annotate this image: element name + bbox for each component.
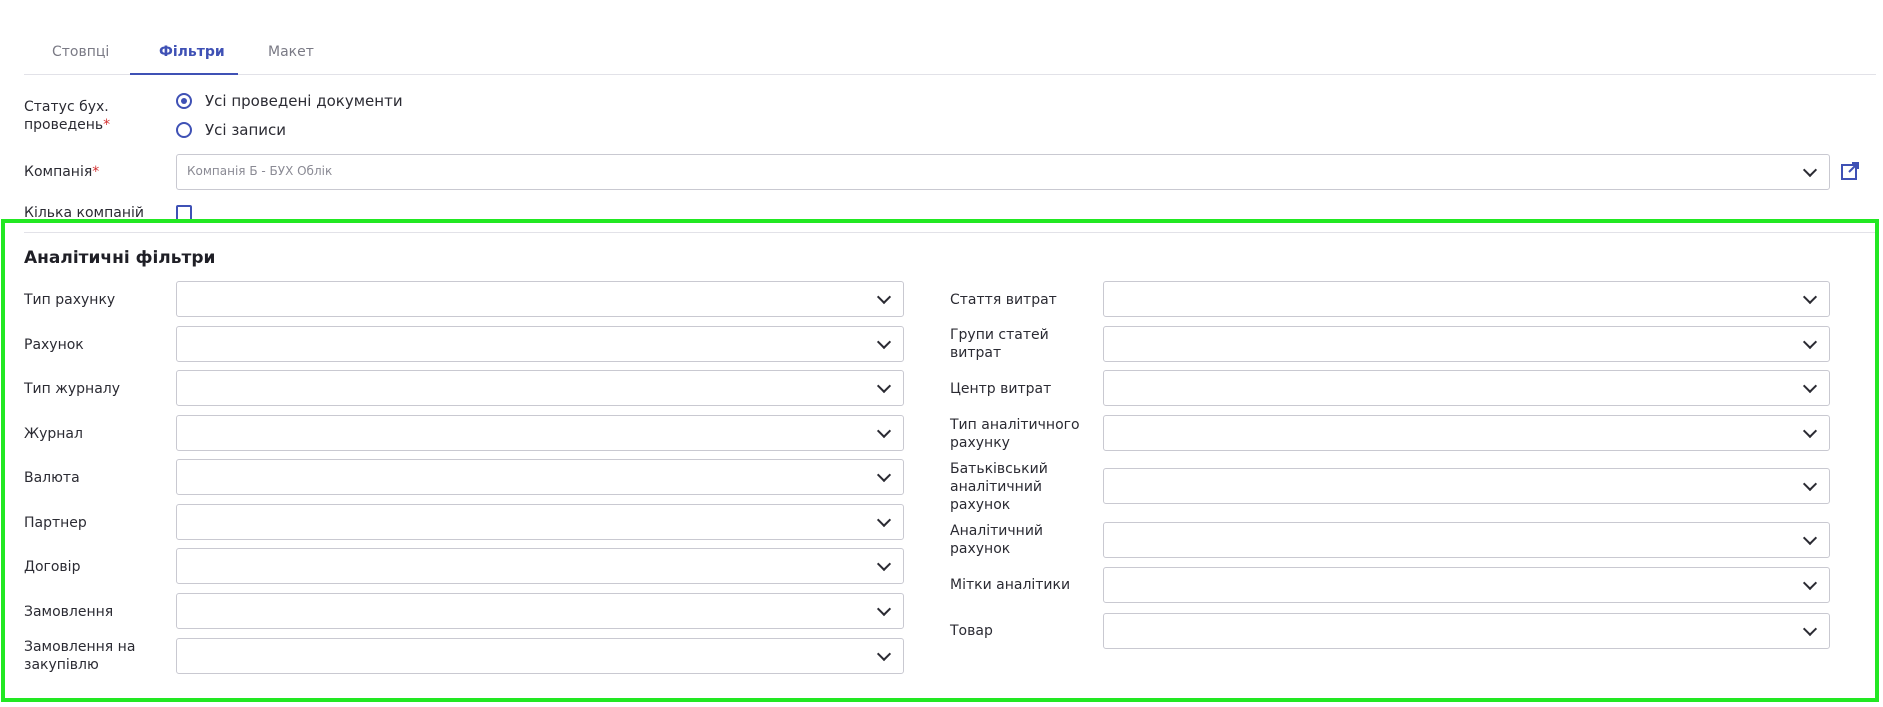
radio-all-posted-label[interactable]: Усі проведені документи (205, 92, 403, 110)
analytic-account-label-line1: Аналітичний (950, 523, 1044, 539)
company-select[interactable]: Компанія Б - БУХ Облік (176, 154, 1830, 190)
journal-type-label: Тип журналу (24, 381, 121, 397)
chevron-down-icon (876, 378, 892, 394)
partner-select[interactable] (176, 504, 904, 540)
expense-groups-label-line1: Групи статей (950, 327, 1049, 343)
account-select[interactable] (176, 326, 904, 362)
parent-analytic-account-label: Батьківський аналітичний рахунок (950, 460, 1048, 514)
chevron-down-icon (876, 601, 892, 617)
chevron-down-icon (876, 512, 892, 528)
chevron-down-icon (1802, 621, 1818, 637)
posting-status-label-line1: Статус бух. (24, 99, 109, 115)
contract-label: Договір (24, 559, 81, 575)
chevron-down-icon (1802, 476, 1818, 492)
multi-company-label: Кількa компаній (24, 205, 144, 221)
active-tab-indicator (130, 73, 238, 75)
radio-all-entries-label[interactable]: Усі записи (205, 121, 286, 139)
radio-all-posted[interactable] (176, 93, 192, 109)
chevron-down-icon (876, 467, 892, 483)
posting-status-label-line2: проведень (24, 117, 104, 133)
chevron-down-icon (1802, 162, 1818, 178)
contract-select[interactable] (176, 548, 904, 584)
expense-groups-label: Групи статей витрат (950, 326, 1049, 362)
journal-label: Журнал (24, 426, 83, 442)
company-label-text: Компанія (24, 164, 93, 180)
product-label: Товар (950, 623, 993, 639)
chevron-down-icon (1802, 334, 1818, 350)
analytic-account-type-label-line1: Тип аналітичного (950, 417, 1080, 433)
required-mark: * (103, 117, 111, 133)
radio-all-entries[interactable] (176, 122, 192, 138)
purchase-order-label-line1: Замовлення на (24, 639, 136, 655)
journal-type-select[interactable] (176, 370, 904, 406)
analytic-account-label-line2: рахунок (950, 541, 1011, 557)
order-select[interactable] (176, 593, 904, 629)
account-label: Рахунок (24, 337, 84, 353)
analytic-filters-title: Аналітичні фільтри (24, 248, 216, 268)
company-select-value: Компанія Б - БУХ Облік (187, 164, 333, 178)
parent-analytic-account-label-line2: аналітичний (950, 479, 1043, 495)
analytic-account-type-label: Тип аналітичного рахунку (950, 416, 1080, 452)
chevron-down-icon (876, 334, 892, 350)
analytic-account-type-select[interactable] (1103, 415, 1830, 451)
analytic-account-select[interactable] (1103, 522, 1830, 558)
analytic-account-type-label-line2: рахунку (950, 435, 1010, 451)
purchase-order-label-line2: закупівлю (24, 657, 99, 673)
cost-center-select[interactable] (1103, 370, 1830, 406)
required-mark: * (92, 164, 100, 180)
currency-label: Валюта (24, 470, 80, 486)
parent-analytic-account-select[interactable] (1103, 468, 1830, 504)
external-link-icon[interactable] (1840, 161, 1860, 181)
account-type-label: Тип рахунку (24, 292, 116, 308)
chevron-down-icon (876, 423, 892, 439)
parent-analytic-account-label-line3: рахунок (950, 497, 1011, 513)
chevron-down-icon (1802, 575, 1818, 591)
tab-layout[interactable]: Макет (262, 44, 320, 74)
expense-groups-label-line2: витрат (950, 345, 1002, 361)
analytic-tags-select[interactable] (1103, 567, 1830, 603)
cost-center-label: Центр витрат (950, 381, 1052, 397)
parent-analytic-account-label-line1: Батьківський (950, 461, 1048, 477)
expense-item-label: Стаття витрат (950, 292, 1057, 308)
analytic-account-label: Аналітичний рахунок (950, 522, 1043, 558)
expense-item-select[interactable] (1103, 281, 1830, 317)
tab-filters[interactable]: Фільтри (153, 44, 231, 74)
tab-bar: Стовпці Фільтри Макет (24, 28, 1876, 75)
chevron-down-icon (1802, 378, 1818, 394)
purchase-order-label: Замовлення на закупівлю (24, 638, 135, 674)
company-label: Компанія* (24, 163, 99, 181)
account-type-select[interactable] (176, 281, 904, 317)
currency-select[interactable] (176, 459, 904, 495)
chevron-down-icon (876, 646, 892, 662)
expense-groups-select[interactable] (1103, 326, 1830, 362)
chevron-down-icon (876, 289, 892, 305)
chevron-down-icon (1802, 530, 1818, 546)
product-select[interactable] (1103, 613, 1830, 649)
section-divider (24, 232, 1876, 233)
purchase-order-select[interactable] (176, 638, 904, 674)
analytic-tags-label: Мітки аналітики (950, 577, 1071, 593)
journal-select[interactable] (176, 415, 904, 451)
chevron-down-icon (1802, 423, 1818, 439)
multi-company-checkbox[interactable] (176, 205, 192, 221)
tab-columns[interactable]: Стовпці (46, 44, 115, 74)
chevron-down-icon (1802, 289, 1818, 305)
posting-status-label: Статус бух. проведень* (24, 98, 110, 134)
order-label: Замовлення (24, 604, 114, 620)
chevron-down-icon (876, 556, 892, 572)
partner-label: Партнер (24, 515, 87, 531)
